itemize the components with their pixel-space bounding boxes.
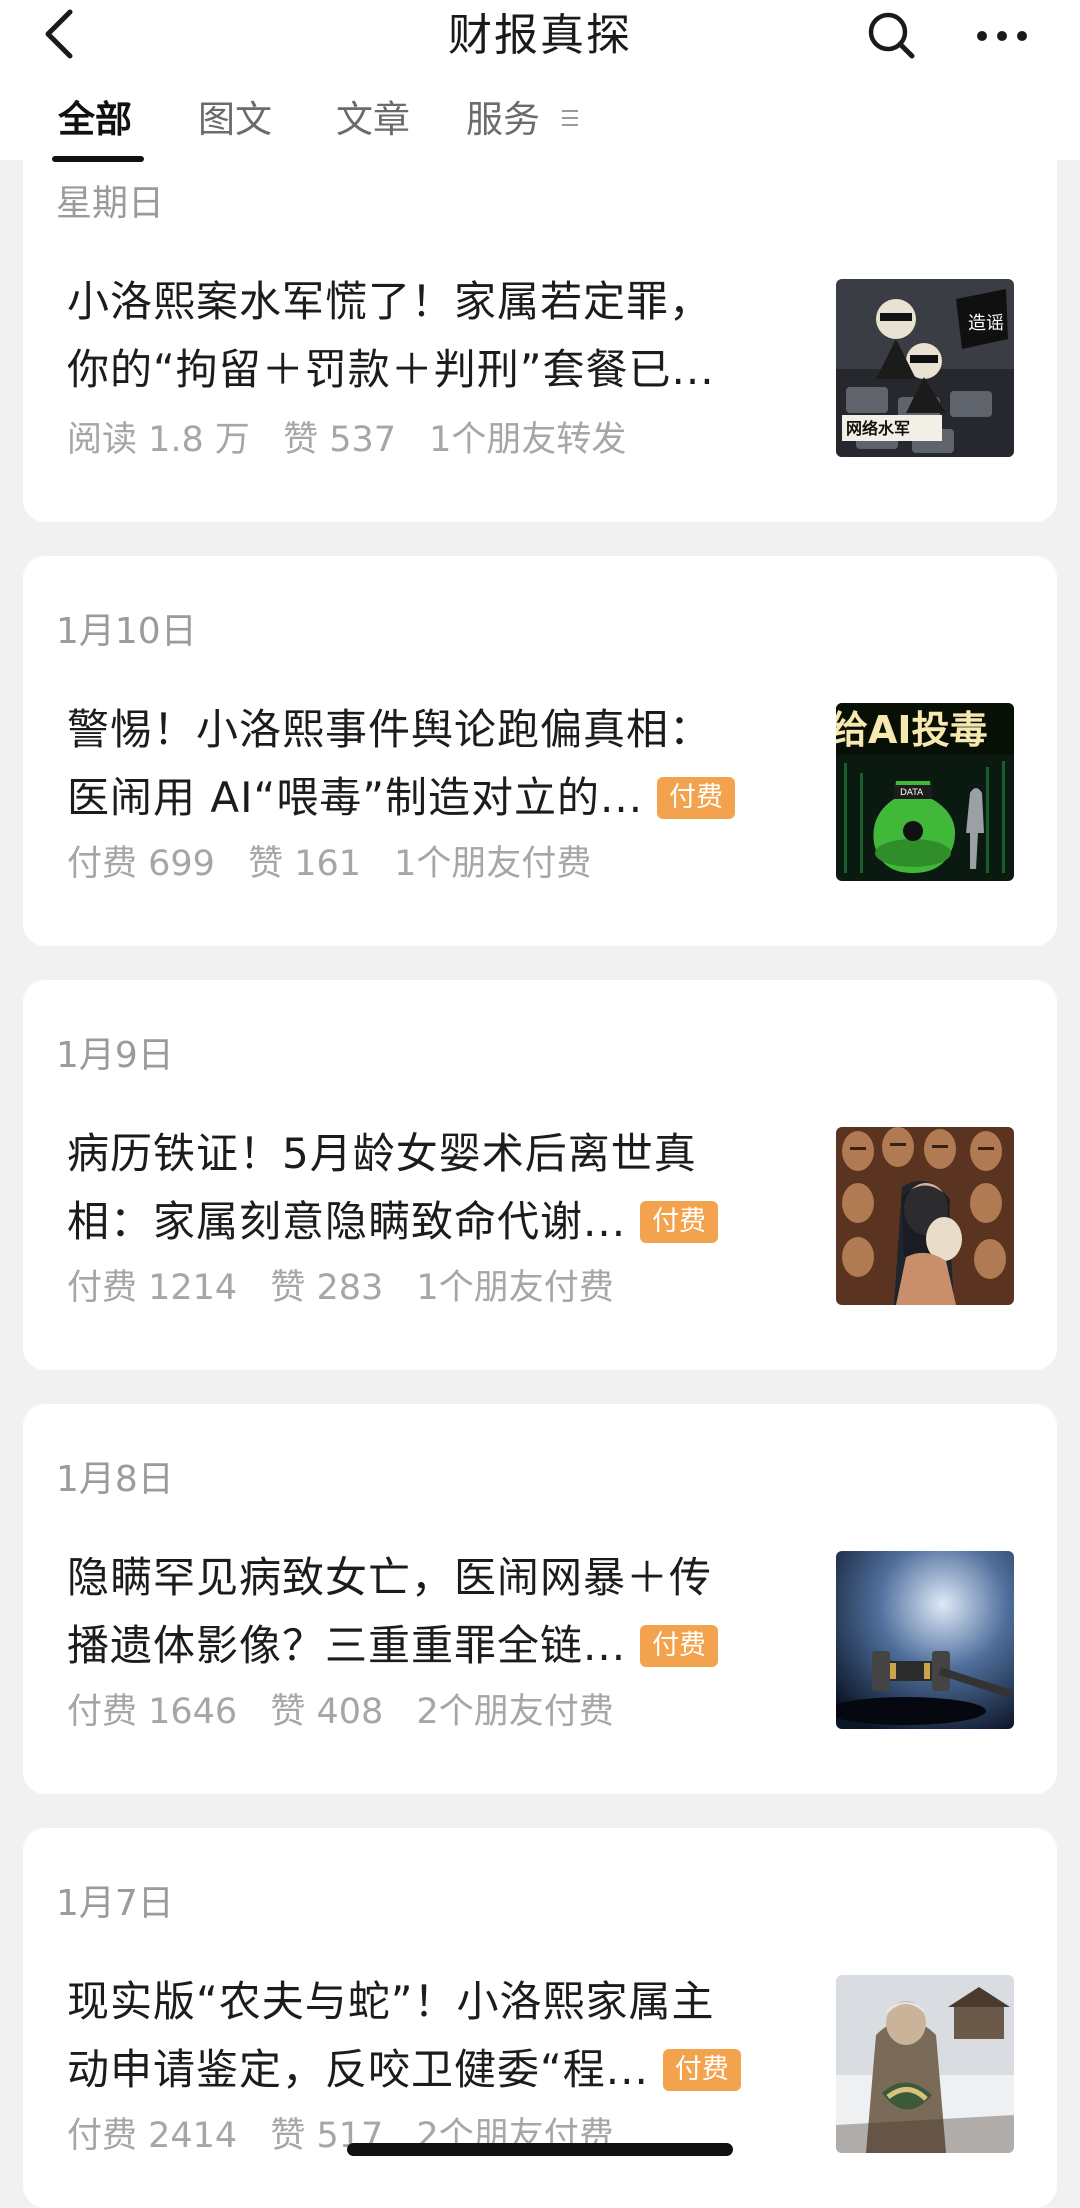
tab-all[interactable]: 全部 [58, 88, 132, 152]
article-title-text: 相：家属刻意隐瞒致命代谢... [67, 1197, 627, 1246]
article-meta: 付费 1646 赞 408 2个朋友付费 [67, 1688, 636, 1736]
tab-articles[interactable]: 文章 [336, 88, 410, 152]
home-indicator[interactable] [347, 2143, 733, 2156]
article-title-line: 警惕！小洛熙事件舆论跑偏真相： [67, 705, 713, 754]
back-button[interactable] [30, 0, 90, 72]
like-count: 赞 161 [248, 844, 362, 884]
article-title-line: 医闹用 AI“喂毒”制造对立的... 付费 [67, 764, 807, 832]
tab-services[interactable]: 服务 [466, 88, 540, 152]
friend-activity: 1个朋友付费 [394, 844, 592, 884]
friend-activity: 1个朋友付费 [416, 1268, 614, 1308]
article-date: 星期日 [56, 183, 165, 224]
tab-graphics[interactable]: 图文 [198, 88, 272, 152]
article-title-text: 医闹用 AI“喂毒”制造对立的... [67, 773, 644, 822]
page-title: 财报真探 [448, 10, 632, 61]
article-title-line: 小洛熙案水军慌了！家属若定罪， [67, 277, 713, 326]
paid-badge: 付费 [640, 1625, 719, 1667]
article-title-line: 隐瞒罕见病致女亡，医闹网暴＋传 [67, 1553, 713, 1602]
article-title[interactable]: 隐瞒罕见病致女亡，医闹网暴＋传 播遗体影像？三重重罪全链... 付费 [67, 1544, 807, 1680]
article-meta: 付费 1214 赞 283 1个朋友付费 [67, 1264, 636, 1312]
article-title[interactable]: 病历铁证！5月龄女婴术后离世真 相：家属刻意隐瞒致命代谢... 付费 [67, 1120, 807, 1256]
friend-activity: 2个朋友付费 [416, 1692, 614, 1732]
article-title-text: 播遗体影像？三重重罪全链... [67, 1621, 627, 1670]
article-title[interactable]: 现实版“农夫与蛇”！小洛熙家属主 动申请鉴定，反咬卫健委“程... 付费 [67, 1968, 807, 2104]
article-date: 1月9日 [56, 1035, 174, 1076]
more-icon [977, 31, 1027, 41]
article-meta: 阅读 1.8 万 赞 537 1个朋友转发 [67, 416, 648, 464]
thumbnail-caption: 造谣 [968, 313, 1004, 334]
article-feed[interactable]: 星期日 小洛熙案水军慌了！家属若定罪， 你的“拘留＋罚款＋判刑”套餐已... 阅… [0, 0, 1080, 2208]
menu-icon[interactable] [562, 110, 578, 128]
search-icon [868, 12, 915, 59]
article-date: 1月10日 [56, 611, 197, 652]
friend-activity: 1个朋友转发 [429, 420, 627, 460]
article-title-line: 动申请鉴定，反咬卫健委“程... 付费 [67, 2036, 807, 2104]
like-count: 赞 408 [270, 1692, 384, 1732]
article-thumbnail[interactable] [836, 1551, 1014, 1729]
article-meta: 付费 699 赞 161 1个朋友付费 [67, 840, 613, 888]
like-count: 赞 283 [270, 1268, 384, 1308]
paid-badge: 付费 [640, 1201, 719, 1243]
active-tab-indicator [52, 156, 144, 162]
like-count: 赞 537 [283, 420, 396, 460]
article-title-line: 你的“拘留＋罚款＋判刑”套餐已... [67, 345, 715, 394]
search-button[interactable] [862, 6, 922, 66]
article-title-line: 病历铁证！5月龄女婴术后离世真 [67, 1129, 697, 1178]
article-title-line: 播遗体影像？三重重罪全链... 付费 [67, 1612, 807, 1680]
paid-count: 付费 1214 [67, 1268, 238, 1308]
article-title[interactable]: 警惕！小洛熙事件舆论跑偏真相： 医闹用 AI“喂毒”制造对立的... 付费 [67, 696, 807, 832]
top-navigation-bar: 财报真探 全部 图文 文章 服务 [0, 0, 1080, 162]
paid-badge: 付费 [662, 2049, 741, 2091]
article-thumbnail[interactable]: 造谣 网络水军 [836, 279, 1014, 457]
more-options-button[interactable] [970, 6, 1034, 66]
article-date: 1月7日 [56, 1883, 174, 1924]
article-title-line: 相：家属刻意隐瞒致命代谢... 付费 [67, 1188, 807, 1256]
article-thumbnail[interactable] [836, 1975, 1014, 2153]
article-title-text: 动申请鉴定，反咬卫健委“程... [67, 2045, 649, 2094]
article-thumbnail[interactable]: 给AI投毒 DATA [836, 703, 1014, 881]
article-title[interactable]: 小洛熙案水军慌了！家属若定罪， 你的“拘留＋罚款＋判刑”套餐已... [67, 268, 807, 404]
article-card[interactable]: 1月8日 隐瞒罕见病致女亡，医闹网暴＋传 播遗体影像？三重重罪全链... 付费 付… [23, 1404, 1057, 1794]
thumbnail-caption: DATA [900, 788, 924, 798]
paid-badge: 付费 [657, 777, 736, 819]
paid-count: 付费 1646 [67, 1692, 238, 1732]
article-date: 1月8日 [56, 1459, 174, 1500]
article-card[interactable]: 1月10日 警惕！小洛熙事件舆论跑偏真相： 医闹用 AI“喂毒”制造对立的...… [23, 556, 1057, 946]
article-card[interactable]: 1月9日 病历铁证！5月龄女婴术后离世真 相：家属刻意隐瞒致命代谢... 付费 付… [23, 980, 1057, 1370]
tab-bar: 全部 图文 文章 服务 [0, 88, 1080, 162]
read-count: 阅读 1.8 万 [67, 420, 250, 460]
article-title-line: 现实版“农夫与蛇”！小洛熙家属主 [67, 1977, 715, 2026]
back-chevron-icon [45, 9, 73, 59]
article-thumbnail[interactable] [836, 1127, 1014, 1305]
article-card[interactable]: 星期日 小洛熙案水军慌了！家属若定罪， 你的“拘留＋罚款＋判刑”套餐已... 阅… [23, 120, 1057, 522]
paid-count: 付费 699 [67, 844, 215, 884]
paid-count: 付费 2414 [67, 2116, 238, 2156]
thumbnail-caption: 给AI投毒 [836, 708, 988, 752]
thumbnail-caption: 网络水军 [846, 419, 910, 438]
